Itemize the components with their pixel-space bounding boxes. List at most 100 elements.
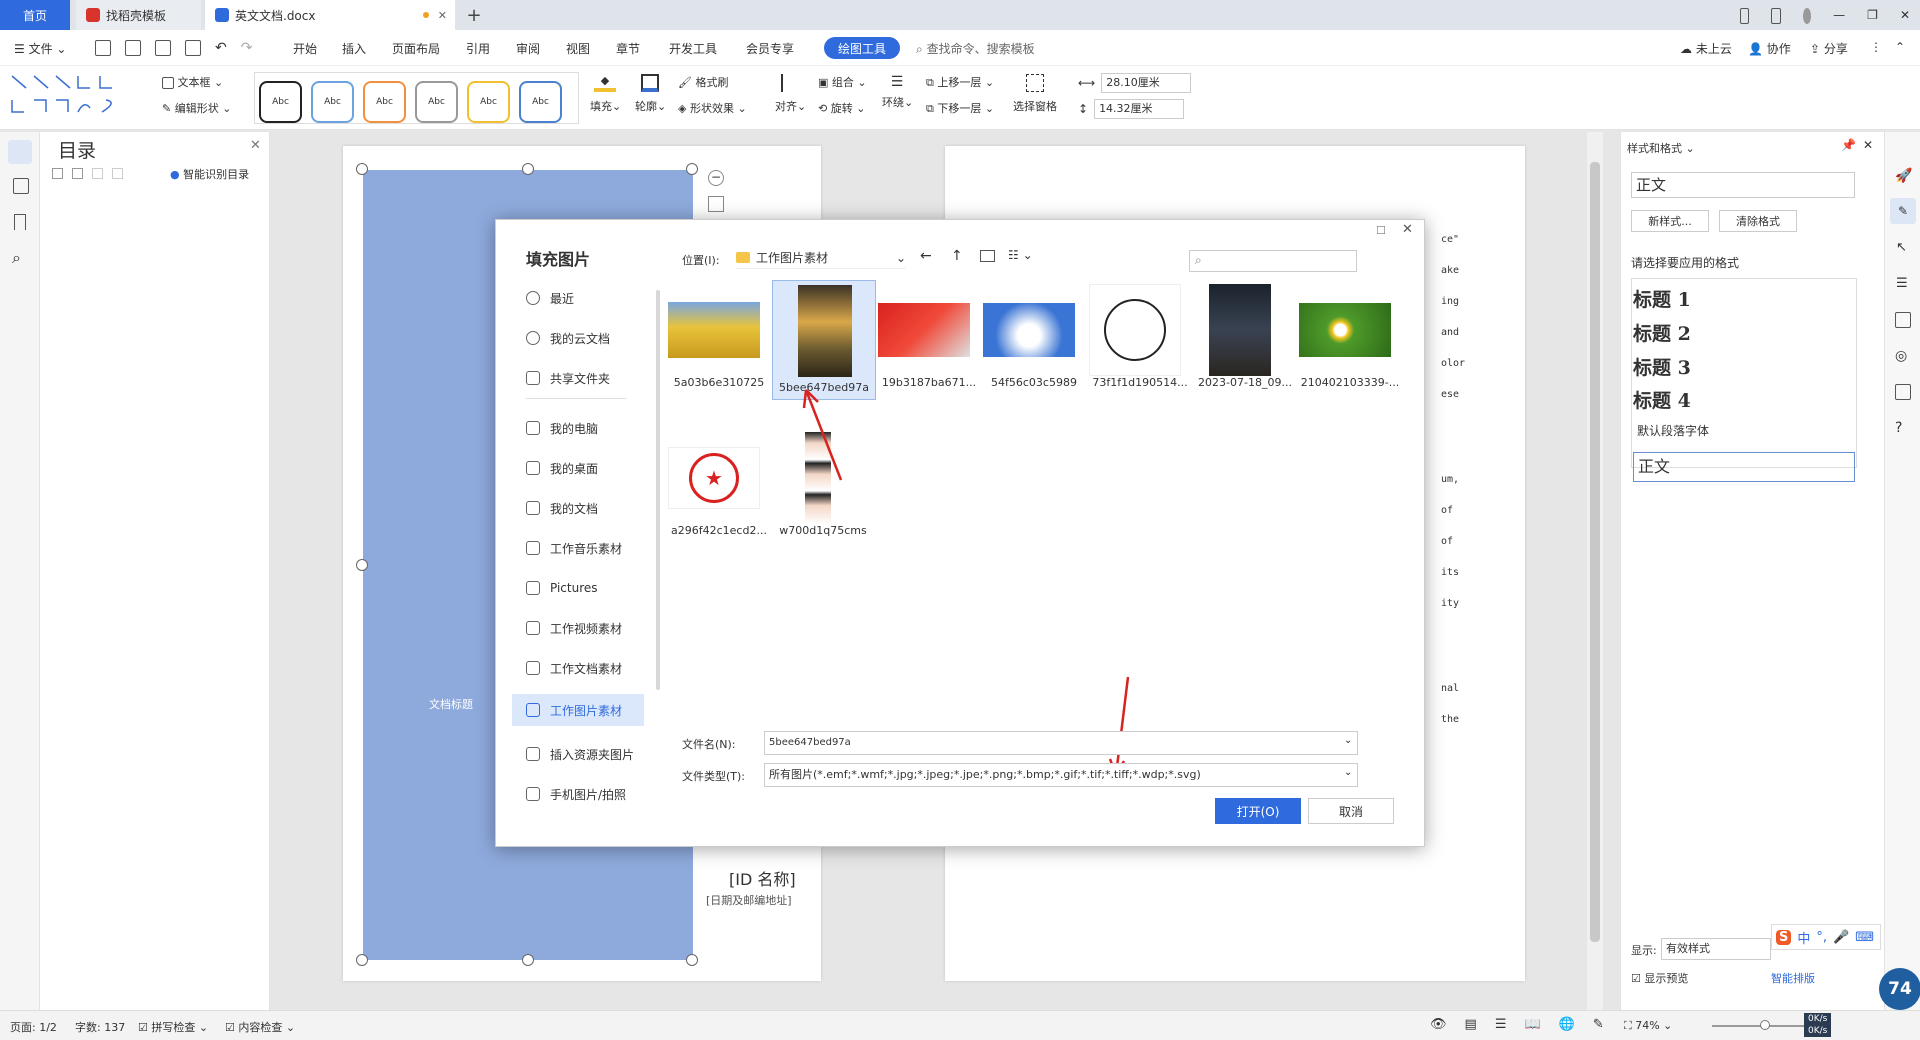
- resize-handle[interactable]: [356, 954, 368, 966]
- toc-panel-icon[interactable]: [8, 140, 32, 164]
- tab-drawing-tools[interactable]: 绘图工具: [824, 37, 900, 59]
- menu-view[interactable]: 视图: [566, 40, 590, 57]
- collapse-ribbon-icon[interactable]: ⌃: [1895, 40, 1905, 54]
- nav-phone[interactable]: 手机图片/拍照: [526, 780, 656, 808]
- nav-recent[interactable]: 最近: [526, 284, 656, 312]
- collapse-icon[interactable]: [72, 168, 83, 179]
- share-button[interactable]: ⇪ 分享: [1810, 40, 1848, 57]
- vertical-scrollbar[interactable]: [1587, 132, 1603, 1010]
- shape-effect-button[interactable]: ◈ 形状效果 ⌄: [678, 100, 747, 116]
- nav-docs-folder[interactable]: 工作文档素材: [526, 654, 656, 682]
- zoom-slider[interactable]: [1712, 1020, 1812, 1030]
- selection-pane-button[interactable]: 选择窗格: [1010, 74, 1060, 114]
- chevron-down-icon[interactable]: ⌄: [1344, 767, 1352, 778]
- align-button[interactable]: 对齐⌄: [775, 74, 806, 114]
- open-button[interactable]: 打开(O): [1215, 798, 1301, 824]
- speed-gauge[interactable]: 74: [1879, 968, 1920, 1010]
- back-icon[interactable]: ←: [920, 248, 932, 264]
- style-heading-2[interactable]: 标题 2: [1633, 316, 1855, 348]
- expand-icon[interactable]: [52, 168, 63, 179]
- maximize-dialog-icon[interactable]: ☐: [1376, 224, 1386, 237]
- minimize-icon[interactable]: —: [1833, 8, 1845, 24]
- send-backward-button[interactable]: ⧉ 下移一层 ⌄: [926, 100, 994, 116]
- nav-pictures[interactable]: Pictures: [526, 574, 656, 602]
- save-icon[interactable]: [95, 40, 111, 56]
- ime-keyboard-icon[interactable]: ⌨: [1855, 930, 1874, 945]
- layout-options-icon[interactable]: [708, 196, 724, 212]
- edit-shape-button[interactable]: ✎ 编辑形状 ⌄: [162, 100, 231, 116]
- current-style-select[interactable]: 正文: [1631, 172, 1855, 198]
- add-level-icon[interactable]: [92, 168, 103, 179]
- rotate-button[interactable]: ⟲ 旋转 ⌄: [818, 100, 865, 116]
- nav-music[interactable]: 工作音乐素材: [526, 534, 656, 562]
- tab-template[interactable]: 找稻壳模板: [76, 0, 201, 30]
- shape-style-4[interactable]: Abc: [415, 81, 458, 123]
- outline-button[interactable]: 轮廓⌄: [635, 74, 666, 114]
- resize-handle[interactable]: [356, 163, 368, 175]
- chevron-down-icon[interactable]: ⌄: [1344, 735, 1352, 746]
- style-heading-1[interactable]: 标题 1: [1633, 282, 1855, 314]
- resize-handle[interactable]: [522, 954, 534, 966]
- print-preview-icon[interactable]: [185, 40, 201, 56]
- format-brush-button[interactable]: 🖌 格式刷: [678, 74, 728, 90]
- ime-punct-icon[interactable]: °,: [1816, 930, 1827, 945]
- line-shapes-gallery[interactable]: [10, 72, 140, 120]
- file-item[interactable]: ★ a296f42c1ecd2...: [668, 432, 770, 537]
- style-heading-3[interactable]: 标题 3: [1633, 350, 1855, 382]
- scrollbar-thumb[interactable]: [1590, 162, 1600, 942]
- new-style-button[interactable]: 新样式...: [1631, 210, 1709, 232]
- web-view-icon[interactable]: 🌐: [1559, 1017, 1575, 1032]
- close-tab-icon[interactable]: ✕: [438, 9, 447, 22]
- nav-cloud[interactable]: 我的云文档: [526, 324, 656, 352]
- file-item[interactable]: 2023-07-18_09...: [1194, 284, 1296, 389]
- nav-computer[interactable]: 我的电脑: [526, 414, 656, 442]
- show-preview-checkbox[interactable]: ☑ 显示预览: [1631, 970, 1688, 986]
- close-window-icon[interactable]: ✕: [1900, 8, 1910, 24]
- word-count[interactable]: 字数: 137: [75, 1019, 125, 1035]
- remove-level-icon[interactable]: [112, 168, 123, 179]
- menu-insert[interactable]: 插入: [342, 40, 366, 57]
- resize-handle[interactable]: [356, 559, 368, 571]
- dialog-search-input[interactable]: ⌕: [1189, 250, 1357, 272]
- bookmark-icon[interactable]: [14, 214, 26, 230]
- pin-icon[interactable]: 📌: [1841, 138, 1856, 152]
- style-heading-4[interactable]: 标题 4: [1633, 383, 1855, 415]
- menu-chapter[interactable]: 章节: [616, 40, 640, 57]
- fill-button[interactable]: ◆ 填充⌄: [590, 74, 621, 114]
- close-toc-icon[interactable]: ✕: [250, 138, 261, 153]
- close-dialog-icon[interactable]: ✕: [1402, 222, 1413, 237]
- menu-developer[interactable]: 开发工具: [669, 40, 717, 57]
- style-body[interactable]: 正文: [1633, 452, 1855, 482]
- page-view-icon[interactable]: ▤: [1465, 1017, 1477, 1032]
- menu-layout[interactable]: 页面布局: [392, 40, 440, 57]
- shape-style-2[interactable]: Abc: [311, 81, 354, 123]
- zoom-slider-thumb[interactable]: [1760, 1020, 1770, 1030]
- select-cursor-icon[interactable]: ↖: [1896, 240, 1907, 255]
- help-icon[interactable]: ?: [1895, 420, 1902, 436]
- adjust-icon[interactable]: ☰: [1896, 276, 1908, 291]
- file-menu[interactable]: ☰ 文件 ⌄: [14, 40, 66, 57]
- file-item[interactable]: 19b3187ba671...: [878, 284, 980, 389]
- command-search[interactable]: ⌕ 查找命令、搜索模板: [916, 40, 1035, 57]
- cloud-status[interactable]: ☁ 未上云: [1680, 40, 1732, 57]
- location-icon[interactable]: ◎: [1895, 348, 1907, 364]
- nav-documents[interactable]: 我的文档: [526, 494, 656, 522]
- style-edit-icon[interactable]: ✎: [1890, 198, 1916, 224]
- shape-style-6[interactable]: Abc: [519, 81, 562, 123]
- view-options-icon[interactable]: ☷ ⌄: [1008, 248, 1033, 262]
- tab-document[interactable]: 英文文档.docx ✕: [205, 0, 455, 30]
- nav-insert-resource[interactable]: 插入资源夹图片: [526, 740, 656, 768]
- file-item[interactable]: 210402103339-...: [1299, 284, 1401, 389]
- find-icon[interactable]: ⌕: [12, 248, 21, 268]
- new-folder-icon[interactable]: [980, 250, 995, 262]
- smart-toc-button[interactable]: ● 智能识别目录: [170, 166, 249, 182]
- image-tool-icon[interactable]: [1895, 312, 1911, 328]
- new-tab-button[interactable]: +: [462, 0, 486, 30]
- cancel-button[interactable]: 取消: [1308, 798, 1394, 824]
- shape-style-3[interactable]: Abc: [363, 81, 406, 123]
- layout-icon[interactable]: [1740, 8, 1750, 24]
- shape-style-1[interactable]: Abc: [259, 81, 302, 123]
- ime-mic-icon[interactable]: 🎤: [1833, 930, 1849, 945]
- shape-style-5[interactable]: Abc: [467, 81, 510, 123]
- collaborate-button[interactable]: 👤 协作: [1748, 40, 1791, 57]
